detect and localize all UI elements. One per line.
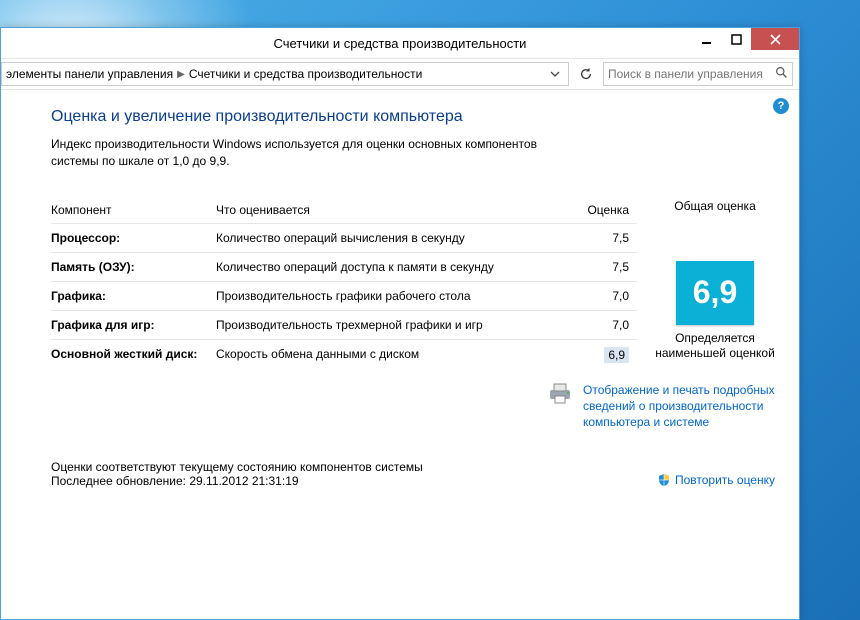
status-block: Оценки соответствуют текущему состоянию …: [51, 460, 423, 488]
breadcrumb-dropdown-button[interactable]: [546, 63, 564, 85]
components-table-wrap: Компонент Что оценивается Оценка Процесс…: [51, 199, 637, 370]
component-name: Основной жесткий диск:: [51, 339, 216, 370]
overall-caption: Определяется наименьшей оценкой: [655, 331, 775, 362]
page-description: Индекс производительности Windows исполь…: [51, 136, 571, 171]
component-metric: Количество операций доступа к памяти в с…: [216, 252, 583, 281]
table-row: Графика для игр: Производительность трех…: [51, 310, 637, 339]
component-metric: Производительность трехмерной графики и …: [216, 310, 583, 339]
component-name: Графика для игр:: [51, 310, 216, 339]
last-update: Последнее обновление: 29.11.2012 21:31:1…: [51, 474, 423, 488]
component-name: Процессор:: [51, 223, 216, 252]
breadcrumb-item-1[interactable]: элементы панели управления: [6, 67, 173, 81]
shield-icon: [657, 473, 671, 487]
component-score: 7,0: [583, 281, 637, 310]
rerun-link[interactable]: Повторить оценку: [675, 472, 775, 488]
rating-area: Компонент Что оценивается Оценка Процесс…: [51, 199, 775, 370]
col-score: Оценка: [583, 199, 637, 224]
component-score: 7,5: [583, 223, 637, 252]
chevron-right-icon: ▶: [177, 69, 185, 80]
col-component: Компонент: [51, 199, 216, 224]
window-title: Счетчики и средства производительности: [1, 36, 799, 51]
close-button[interactable]: [751, 28, 799, 50]
refresh-button[interactable]: [575, 63, 597, 85]
page-title: Оценка и увеличение производительности к…: [51, 108, 775, 126]
breadcrumb[interactable]: элементы панели управления ▶ Счетчики и …: [1, 62, 569, 86]
component-score: 7,5: [583, 252, 637, 281]
left-pane-sliver: [1, 90, 13, 619]
component-metric: Производительность графики рабочего стол…: [216, 281, 583, 310]
overall-header: Общая оценка: [655, 199, 775, 213]
component-metric: Количество операций вычисления в секунду: [216, 223, 583, 252]
table-row: Процессор: Количество операций вычислени…: [51, 223, 637, 252]
status-line: Оценки соответствуют текущему состоянию …: [51, 460, 423, 474]
main-content: ? Оценка и увеличение производительности…: [13, 90, 799, 619]
print-details-row: Отображение и печать подробных сведений …: [51, 382, 775, 431]
component-name: Память (ОЗУ):: [51, 252, 216, 281]
maximize-button[interactable]: [721, 28, 751, 50]
table-row: Графика: Производительность графики рабо…: [51, 281, 637, 310]
rerun-assessment[interactable]: Повторить оценку: [657, 472, 775, 488]
content-body: ? Оценка и увеличение производительности…: [1, 90, 799, 619]
component-score-lowest: 6,9: [583, 339, 637, 370]
breadcrumb-item-2[interactable]: Счетчики и средства производительности: [189, 67, 422, 81]
table-row: Память (ОЗУ): Количество операций доступ…: [51, 252, 637, 281]
component-score: 7,0: [583, 310, 637, 339]
footer-row: Оценки соответствуют текущему состоянию …: [51, 460, 775, 488]
minimize-button[interactable]: [691, 28, 721, 50]
window-buttons: [691, 28, 799, 50]
titlebar[interactable]: Счетчики и средства производительности: [1, 28, 799, 58]
help-icon[interactable]: ?: [773, 98, 789, 114]
search-input[interactable]: [608, 67, 775, 81]
search-icon[interactable]: [775, 66, 788, 82]
address-toolbar: элементы панели управления ▶ Счетчики и …: [1, 58, 799, 90]
print-details-link[interactable]: Отображение и печать подробных сведений …: [583, 382, 775, 431]
component-name: Графика:: [51, 281, 216, 310]
window: Счетчики и средства производительности э…: [0, 27, 800, 620]
overall-score-column: Общая оценка 6,9 Определяется наименьшей…: [655, 199, 775, 370]
search-box[interactable]: [603, 62, 793, 86]
printer-icon: [547, 382, 575, 404]
table-row: Основной жесткий диск: Скорость обмена д…: [51, 339, 637, 370]
components-table: Компонент Что оценивается Оценка Процесс…: [51, 199, 637, 370]
col-metric: Что оценивается: [216, 199, 583, 224]
component-metric: Скорость обмена данными с диском: [216, 339, 583, 370]
overall-score-tile: 6,9: [676, 261, 754, 325]
